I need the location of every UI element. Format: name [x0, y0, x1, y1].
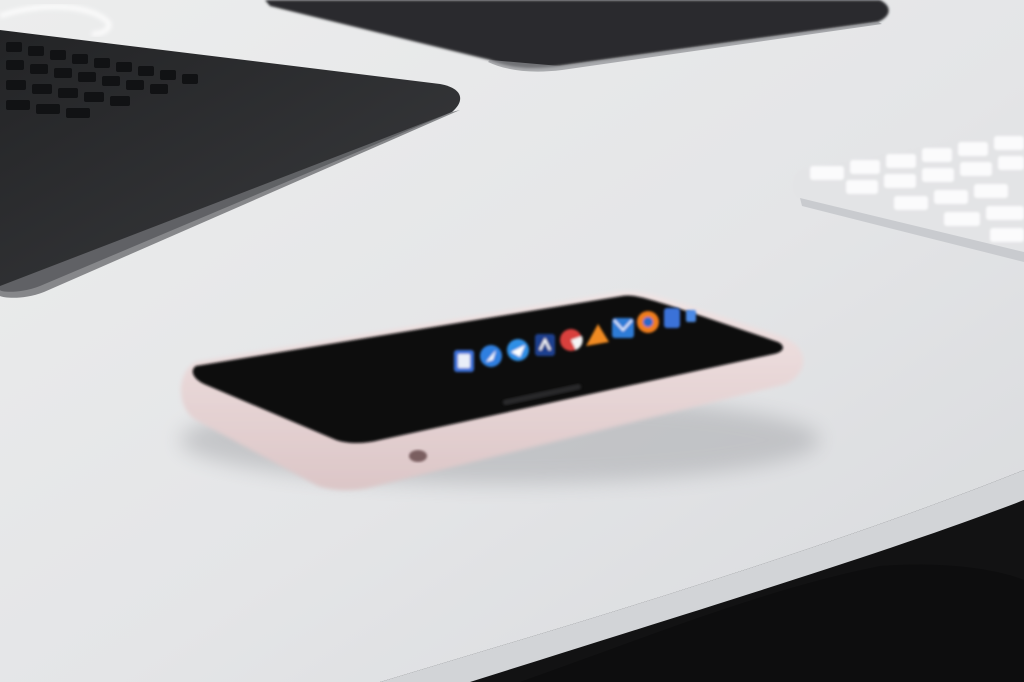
store-icon [535, 334, 555, 356]
files-icon [454, 350, 474, 372]
charging-port [409, 450, 427, 462]
photo-scene [0, 0, 1024, 682]
mail-icon [612, 318, 634, 338]
desk-photo [0, 0, 1024, 682]
browser-icon [637, 311, 659, 333]
compass-icon [480, 345, 502, 367]
paper-plane-icon [507, 339, 529, 361]
